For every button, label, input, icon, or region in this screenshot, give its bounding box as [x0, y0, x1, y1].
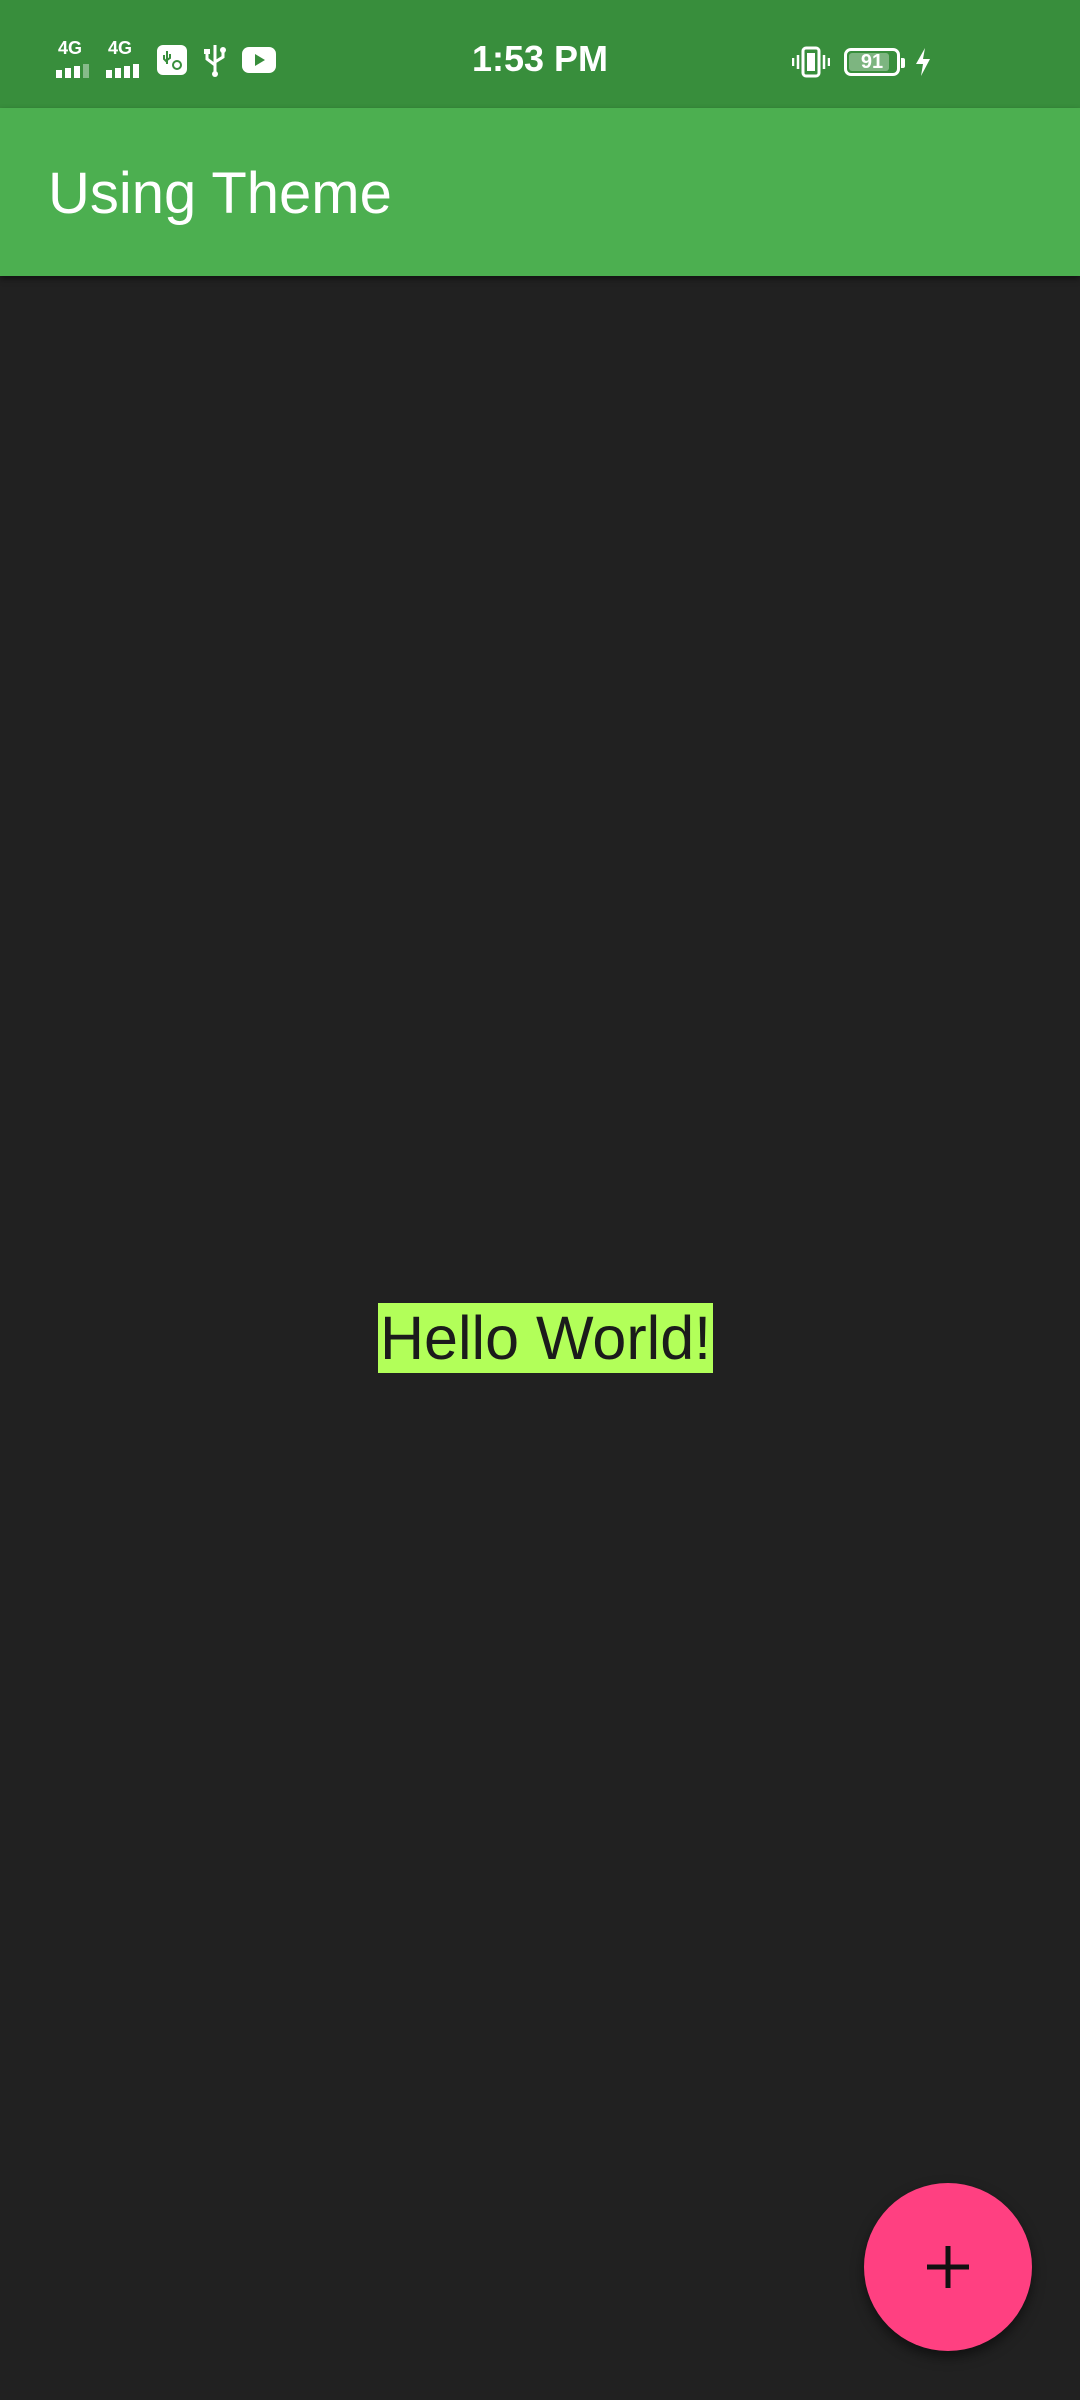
status-icons-right: 91 — [792, 42, 932, 82]
vibrate-icon — [792, 46, 830, 78]
battery-icon: 91 — [844, 48, 905, 76]
app-bar: Using Theme — [0, 108, 1080, 276]
battery-level: 91 — [860, 50, 884, 73]
status-bar: 4G 4G 1:53 PM 91 — [0, 0, 1080, 108]
app-title: Using Theme — [48, 161, 392, 226]
plus-icon — [927, 2246, 969, 2288]
add-fab-button[interactable] — [864, 2183, 1032, 2351]
charging-icon — [916, 48, 930, 76]
hello-world-text: Hello World! — [378, 1303, 714, 1373]
